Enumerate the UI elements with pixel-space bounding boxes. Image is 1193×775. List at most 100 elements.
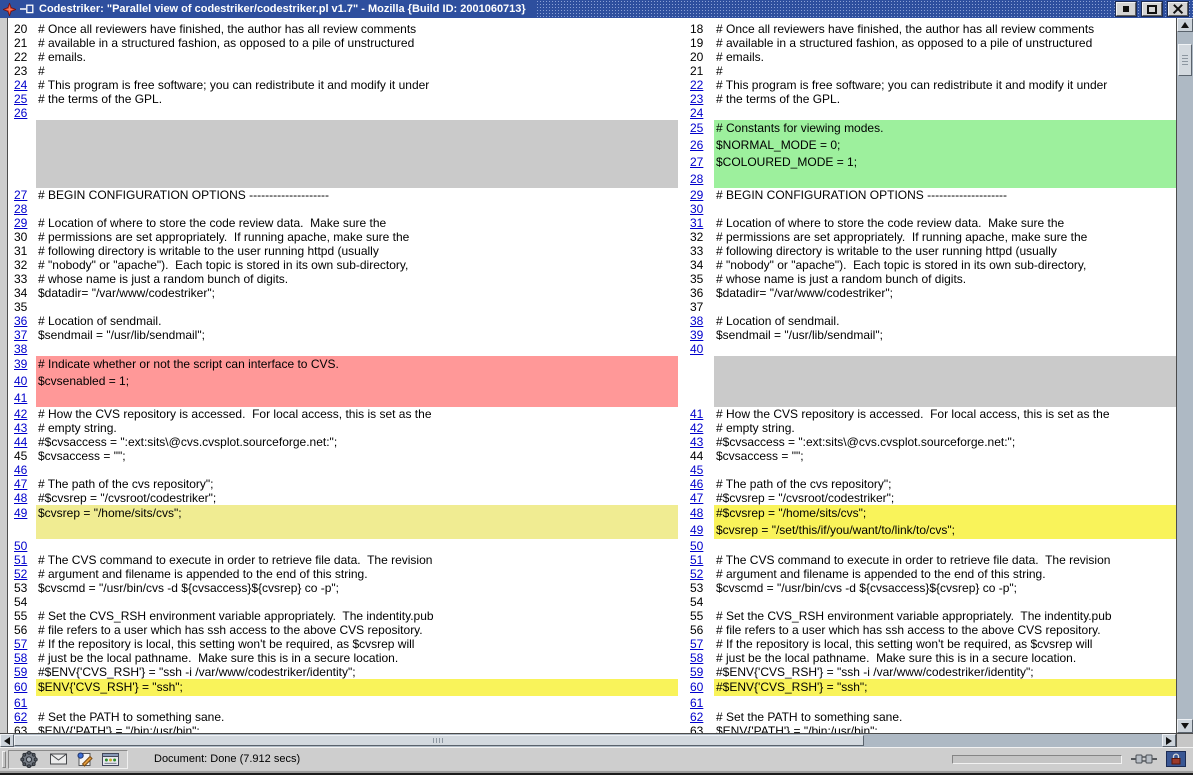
left-line-number-link[interactable]: 49 xyxy=(8,505,36,522)
right-line-number-link[interactable]: 52 xyxy=(688,567,714,581)
left-code-line: $ENV{'CVS_RSH'} = "ssh"; xyxy=(36,679,678,696)
left-line-number-link[interactable]: 50 xyxy=(8,539,36,553)
right-line-number-link[interactable]: 47 xyxy=(688,491,714,505)
mail-icon[interactable] xyxy=(50,753,67,765)
right-line-number-link[interactable]: 62 xyxy=(688,710,714,724)
pane-gap xyxy=(678,286,688,300)
address-book-icon[interactable] xyxy=(102,753,119,766)
pane-gap xyxy=(678,567,688,581)
right-line-number-link[interactable]: 60 xyxy=(688,679,714,696)
right-line-number-link[interactable]: 26 xyxy=(688,137,714,154)
left-line-number-link[interactable]: 26 xyxy=(8,106,36,120)
right-line-number-link[interactable]: 61 xyxy=(688,696,714,710)
left-line-number-link[interactable]: 38 xyxy=(8,342,36,356)
right-code-line xyxy=(714,539,1176,553)
left-code-line: # whose name is just a random bunch of d… xyxy=(36,272,678,286)
left-line-number-link[interactable]: 57 xyxy=(8,637,36,651)
left-line-number-link[interactable]: 46 xyxy=(8,463,36,477)
scroll-down-button[interactable] xyxy=(1177,719,1193,733)
right-line-number-link[interactable]: 57 xyxy=(688,637,714,651)
horizontal-scroll-track[interactable] xyxy=(14,734,1162,747)
right-line-number-link[interactable]: 24 xyxy=(688,106,714,120)
scroll-left-button[interactable] xyxy=(0,734,14,747)
right-code-line xyxy=(714,595,1176,609)
left-line-number-link[interactable]: 44 xyxy=(8,435,36,449)
right-line-number: 35 xyxy=(688,272,714,286)
right-line-number-link[interactable]: 29 xyxy=(688,188,714,202)
left-line-number-link[interactable]: 29 xyxy=(8,216,36,230)
online-plug-icon[interactable] xyxy=(1131,753,1157,765)
left-code-line xyxy=(36,171,678,188)
left-line-number-link[interactable]: 51 xyxy=(8,553,36,567)
right-line-number-link[interactable]: 28 xyxy=(688,171,714,188)
right-line-number-link[interactable]: 58 xyxy=(688,651,714,665)
left-line-number-link[interactable]: 61 xyxy=(8,696,36,710)
horizontal-scroll-thumb[interactable] xyxy=(14,735,864,746)
right-code-line: # Location of where to store the code re… xyxy=(714,216,1176,230)
right-line-number-link[interactable]: 25 xyxy=(688,120,714,137)
right-line-number-link[interactable]: 59 xyxy=(688,665,714,679)
right-line-number-link[interactable]: 31 xyxy=(688,216,714,230)
left-line-number-link[interactable]: 58 xyxy=(8,651,36,665)
left-line-number-link[interactable]: 37 xyxy=(8,328,36,342)
right-line-number-link[interactable]: 43 xyxy=(688,435,714,449)
left-line-number-link[interactable]: 27 xyxy=(8,188,36,202)
right-line-number-link[interactable]: 39 xyxy=(688,328,714,342)
pane-gap xyxy=(678,407,688,421)
left-line-number-link[interactable]: 60 xyxy=(8,679,36,696)
window-pin-icon[interactable] xyxy=(20,4,34,14)
left-line-number-link[interactable]: 24 xyxy=(8,78,36,92)
left-line-number-link[interactable]: 36 xyxy=(8,314,36,328)
right-line-number-link[interactable]: 50 xyxy=(688,539,714,553)
left-line-number-link[interactable]: 39 xyxy=(8,356,36,373)
right-line-number-link[interactable]: 30 xyxy=(688,202,714,216)
right-line-number-link[interactable]: 48 xyxy=(688,505,714,522)
left-line-number-link[interactable]: 43 xyxy=(8,421,36,435)
minimize-button[interactable] xyxy=(1116,2,1136,16)
left-line-number-link[interactable]: 28 xyxy=(8,202,36,216)
navigator-icon[interactable] xyxy=(17,751,41,768)
maximize-button[interactable] xyxy=(1142,2,1162,16)
left-line-number: 54 xyxy=(8,595,36,609)
pane-gap xyxy=(678,120,688,137)
right-line-number-link[interactable]: 40 xyxy=(688,342,714,356)
right-code-line: $NORMAL_MODE = 0; xyxy=(714,137,1176,154)
horizontal-scrollbar[interactable] xyxy=(0,733,1176,747)
diff-row: 49 $cvsrep = "/home/sits/cvs"; 48 #$cvsr… xyxy=(8,505,1176,522)
right-line-number: 20 xyxy=(688,50,714,64)
right-line-number-link[interactable]: 38 xyxy=(688,314,714,328)
right-line-number-link[interactable]: 49 xyxy=(688,522,714,539)
scroll-right-button[interactable] xyxy=(1162,734,1176,747)
left-line-number-link[interactable]: 59 xyxy=(8,665,36,679)
vertical-scrollbar[interactable] xyxy=(1176,18,1193,733)
left-line-number-link[interactable]: 40 xyxy=(8,373,36,390)
right-line-number-link[interactable]: 23 xyxy=(688,92,714,106)
right-code-line: #$cvsaccess = ":ext:sits\@cvs.cvsplot.so… xyxy=(714,435,1176,449)
left-code-line: $ENV{'PATH'} = "/bin:/usr/bin"; xyxy=(36,724,678,733)
security-lock-tile[interactable] xyxy=(1166,751,1186,767)
left-line-number-link[interactable]: 48 xyxy=(8,491,36,505)
scroll-up-button[interactable] xyxy=(1177,18,1193,32)
vertical-scroll-thumb[interactable] xyxy=(1178,44,1192,76)
diff-row: 58 # just be the local pathname. Make su… xyxy=(8,651,1176,665)
right-line-number-link[interactable]: 42 xyxy=(688,421,714,435)
right-line-number-link[interactable]: 51 xyxy=(688,553,714,567)
left-line-number-link[interactable]: 47 xyxy=(8,477,36,491)
vertical-scroll-track[interactable] xyxy=(1177,32,1193,719)
right-line-number-link[interactable]: 22 xyxy=(688,78,714,92)
right-line-number-link[interactable]: 41 xyxy=(688,407,714,421)
right-line-number-link[interactable]: 27 xyxy=(688,154,714,171)
left-line-number xyxy=(8,522,36,539)
left-line-number-link[interactable]: 42 xyxy=(8,407,36,421)
left-line-number-link[interactable]: 62 xyxy=(8,710,36,724)
composer-icon[interactable] xyxy=(76,752,93,767)
pane-gap xyxy=(678,244,688,258)
left-line-number xyxy=(8,154,36,171)
left-line-number-link[interactable]: 41 xyxy=(8,390,36,407)
close-button[interactable] xyxy=(1168,2,1188,16)
right-line-number-link[interactable]: 45 xyxy=(688,463,714,477)
pane-gap xyxy=(678,581,688,595)
right-line-number-link[interactable]: 46 xyxy=(688,477,714,491)
left-line-number-link[interactable]: 52 xyxy=(8,567,36,581)
left-line-number-link[interactable]: 25 xyxy=(8,92,36,106)
